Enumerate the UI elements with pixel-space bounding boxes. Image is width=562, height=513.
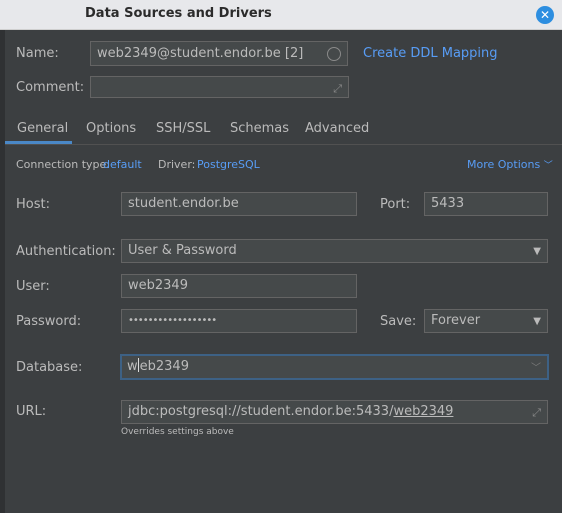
port-input[interactable]: 5433 <box>424 192 548 216</box>
chevron-down-icon[interactable]: ﹀ <box>531 358 541 378</box>
user-value: web2349 <box>128 278 188 293</box>
database-label: Database: <box>16 360 83 375</box>
host-input[interactable]: student.endor.be <box>121 192 357 216</box>
expand-icon[interactable]: ⤢ <box>333 78 342 97</box>
tab-ssh-ssl[interactable]: SSH/SSL <box>156 121 210 136</box>
connection-type-link[interactable]: default <box>103 158 142 171</box>
tab-advanced[interactable]: Advanced <box>305 121 369 136</box>
password-label: Password: <box>16 314 82 329</box>
database-input[interactable]: w eb2349 ﹀ <box>120 354 549 380</box>
save-select[interactable]: Forever ▼ <box>424 309 548 333</box>
driver-label: Driver: <box>158 158 196 171</box>
color-circle-icon[interactable] <box>327 47 341 61</box>
window-title: Data Sources and Drivers <box>85 6 272 21</box>
database-value-start: w <box>127 359 138 374</box>
user-input[interactable]: web2349 <box>121 274 357 298</box>
url-database-link[interactable]: web2349 <box>393 404 453 419</box>
close-icon[interactable]: ✕ <box>536 6 554 24</box>
url-input[interactable]: jdbc:postgresql://student.endor.be:5433/… <box>121 400 548 424</box>
port-value: 5433 <box>431 196 465 211</box>
url-prefix: jdbc:postgresql://student.endor.be:5433/ <box>128 404 394 419</box>
more-options-label: More Options <box>467 158 541 171</box>
left-edge <box>0 30 5 513</box>
chevron-down-icon: ▼ <box>533 246 541 257</box>
connection-type-label: Connection type: <box>16 158 111 171</box>
url-label: URL: <box>16 404 47 419</box>
name-label: Name: <box>16 46 59 61</box>
authentication-select[interactable]: User & Password ▼ <box>121 239 548 263</box>
comment-input[interactable]: ⤢ <box>90 76 349 98</box>
host-value: student.endor.be <box>128 196 239 211</box>
password-input[interactable]: •••••••••••••••••• <box>121 309 357 333</box>
comment-label: Comment: <box>16 80 85 95</box>
save-label: Save: <box>380 314 417 329</box>
text-caret <box>137 358 139 372</box>
port-label: Port: <box>380 197 411 212</box>
user-label: User: <box>16 279 50 294</box>
authentication-value: User & Password <box>128 243 237 258</box>
tab-schemas[interactable]: Schemas <box>230 121 289 136</box>
host-label: Host: <box>16 197 50 212</box>
driver-link[interactable]: PostgreSQL <box>197 158 260 171</box>
save-value: Forever <box>431 313 481 328</box>
url-hint: Overrides settings above <box>121 427 234 437</box>
more-options-link[interactable]: More Options ﹀ <box>467 158 553 171</box>
name-input[interactable]: web2349@student.endor.be [2] <box>90 41 348 66</box>
title-bar: Data Sources and Drivers ✕ <box>0 0 562 30</box>
tab-options[interactable]: Options <box>86 121 136 136</box>
chevron-down-icon: ▼ <box>533 316 541 327</box>
database-value-end: eb2349 <box>139 359 189 374</box>
authentication-label: Authentication: <box>16 244 116 259</box>
chevron-down-icon: ﹀ <box>543 161 553 171</box>
create-ddl-mapping-link[interactable]: Create DDL Mapping <box>363 46 498 61</box>
tab-general[interactable]: General <box>17 121 68 136</box>
name-value: web2349@student.endor.be [2] <box>97 46 304 61</box>
expand-icon[interactable]: ⤢ <box>532 402 541 423</box>
password-value: •••••••••••••••••• <box>128 315 217 326</box>
active-tab-indicator <box>5 141 72 144</box>
